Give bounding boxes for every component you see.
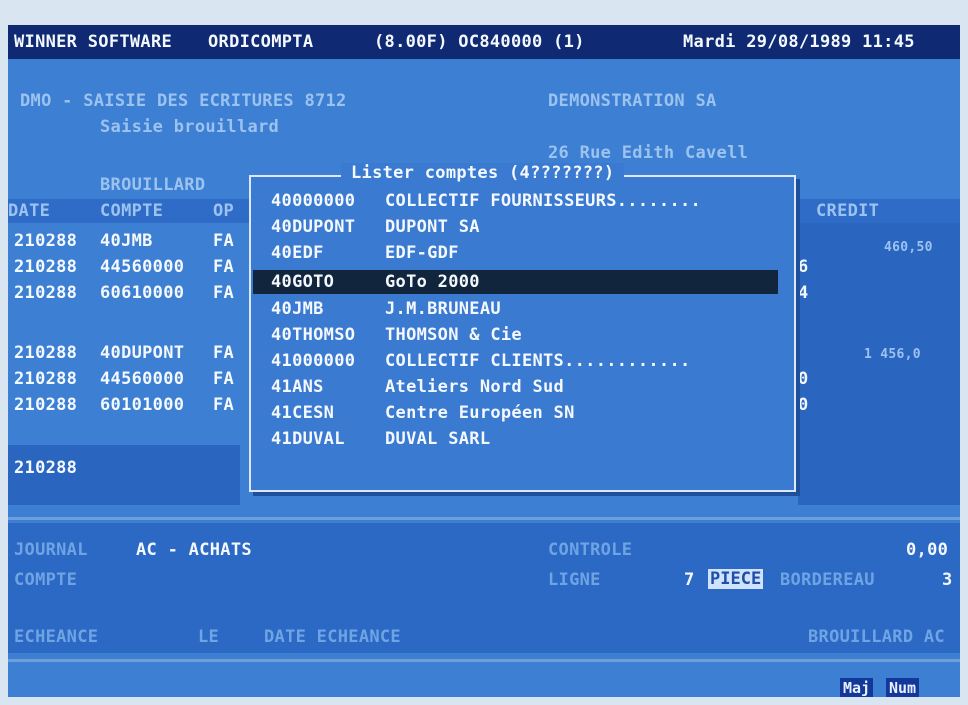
section-label: BROUILLARD xyxy=(100,175,206,195)
account-name: Ateliers Nord Sud xyxy=(385,377,565,397)
le-label: LE xyxy=(198,627,220,647)
row-op: FA xyxy=(213,257,235,277)
row-op: FA xyxy=(213,231,235,251)
account-code: 41DUVAL xyxy=(271,429,345,449)
controle-label: CONTROLE xyxy=(548,540,633,560)
account-code: 41CESN xyxy=(271,403,335,423)
title-bar: WINNER SOFTWARE ORDICOMPTA (8.00F) OC840… xyxy=(8,25,960,59)
account-name: EDF-GDF xyxy=(385,243,459,263)
account-code: 40GOTO xyxy=(271,272,335,292)
row-compte: 60101000 xyxy=(100,395,185,415)
separator-line xyxy=(8,659,960,662)
row-op: FA xyxy=(213,369,235,389)
row-amount: 4 xyxy=(798,283,809,303)
row-compte: 40JMB xyxy=(100,231,153,251)
row-compte: 40DUPONT xyxy=(100,343,185,363)
col-date: DATE xyxy=(8,201,51,221)
row-compte: 60610000 xyxy=(100,283,185,303)
caps-indicator: Maj xyxy=(840,678,874,697)
row-date: 210288 xyxy=(14,395,78,415)
account-item-selected[interactable]: 40GOTO GoTo 2000 xyxy=(253,270,778,294)
row-credit: 1 456,0 xyxy=(864,347,921,362)
mode-label: BROUILLARD AC xyxy=(808,627,945,647)
account-code: 40JMB xyxy=(271,299,324,319)
account-name: COLLECTIF FOURNISSEURS........ xyxy=(385,191,702,211)
journal-label: JOURNAL xyxy=(14,540,88,560)
row-compte: 44560000 xyxy=(100,257,185,277)
ligne-value: 7 xyxy=(684,570,695,590)
row-op: FA xyxy=(213,283,235,303)
row-compte: 44560000 xyxy=(100,369,185,389)
account-code: 41000000 xyxy=(271,351,356,371)
account-list: 40000000 COLLECTIF FOURNISSEURS........ … xyxy=(251,177,794,490)
date-echeance-label: DATE ECHEANCE xyxy=(264,627,401,647)
company-address: 26 Rue Edith Cavell xyxy=(548,143,749,163)
account-name: COLLECTIF CLIENTS............ xyxy=(385,351,691,371)
col-compte: COMPTE xyxy=(100,201,164,221)
echeance-label: ECHEANCE xyxy=(14,627,99,647)
account-list-popup[interactable]: Lister comptes (4???????) 40000000 COLLE… xyxy=(249,163,796,492)
bordereau-value: 3 xyxy=(942,570,953,590)
col-op: OP xyxy=(213,201,235,221)
separator-line xyxy=(8,517,960,520)
row-op: FA xyxy=(213,343,235,363)
version-label: (8.00F) OC840000 (1) xyxy=(374,32,585,52)
vendor-label: WINNER SOFTWARE xyxy=(14,32,173,52)
row-date: 210288 xyxy=(14,231,78,251)
row-amount: 0 xyxy=(798,395,809,415)
row-credit: 460,50 xyxy=(884,240,933,255)
journal-value[interactable]: AC - ACHATS xyxy=(136,540,252,560)
account-name: GoTo 2000 xyxy=(385,272,480,292)
account-name: DUPONT SA xyxy=(385,217,480,237)
piece-field[interactable]: PIECE xyxy=(708,569,764,589)
controle-value: 0,00 xyxy=(906,540,949,560)
col-credit: CREDIT xyxy=(816,201,880,221)
account-name: Centre Européen SN xyxy=(385,403,575,423)
account-name: THOMSON & Cie xyxy=(385,325,522,345)
account-code: 40THOMSO xyxy=(271,325,356,345)
screen-title: DMO - SAISIE DES ECRITURES 8712 xyxy=(20,91,347,111)
account-name: DUVAL SARL xyxy=(385,429,491,449)
datetime-label: Mardi 29/08/1989 11:45 xyxy=(683,32,915,52)
account-name: J.M.BRUNEAU xyxy=(385,299,501,319)
row-date: 210288 xyxy=(14,283,78,303)
row-amount: 0 xyxy=(798,369,809,389)
numlock-indicator: Num xyxy=(886,678,920,697)
terminal-screen: WINNER SOFTWARE ORDICOMPTA (8.00F) OC840… xyxy=(8,25,960,697)
company-name: DEMONSTRATION SA xyxy=(548,91,717,111)
bordereau-label: BORDEREAU xyxy=(780,570,875,590)
row-date: 210288 xyxy=(14,369,78,389)
account-code: 40EDF xyxy=(271,243,324,263)
screen-subtitle: Saisie brouillard xyxy=(100,117,280,137)
account-code: 40DUPONT xyxy=(271,217,356,237)
row-amount: 6 xyxy=(798,257,809,277)
row-date: 210288 xyxy=(14,458,78,478)
row-date: 210288 xyxy=(14,257,78,277)
account-code: 41ANS xyxy=(271,377,324,397)
row-op: FA xyxy=(213,395,235,415)
app-name: ORDICOMPTA xyxy=(208,32,314,52)
row-date: 210288 xyxy=(14,343,78,363)
compte-label: COMPTE xyxy=(14,570,78,590)
ligne-label: LIGNE xyxy=(548,570,601,590)
account-code: 40000000 xyxy=(271,191,356,211)
